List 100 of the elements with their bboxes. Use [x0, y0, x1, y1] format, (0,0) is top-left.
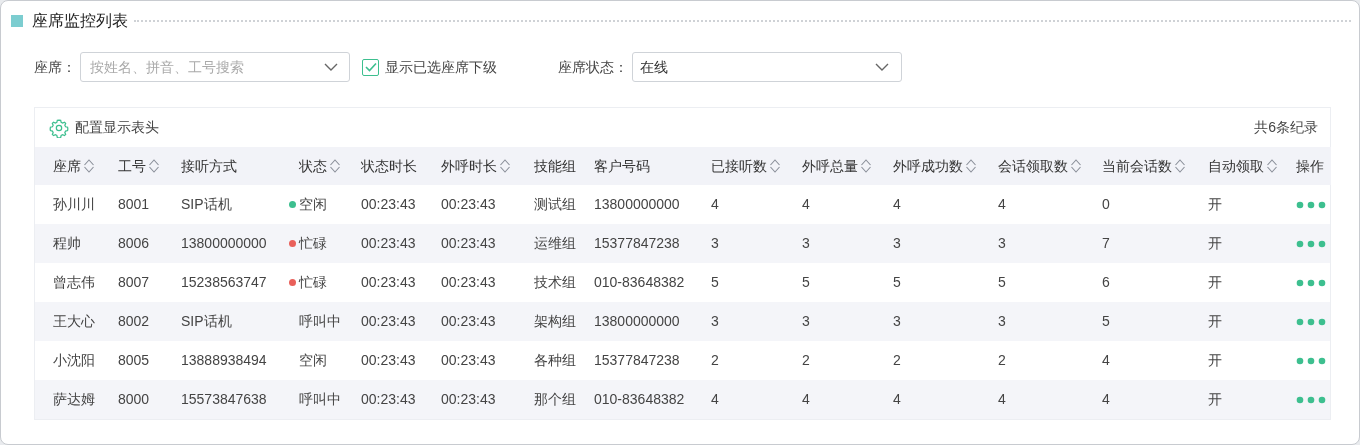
table-cell-text: 呼叫中: [299, 390, 341, 409]
table-cell: 开: [1208, 391, 1222, 407]
table-cell: 小沈阳: [53, 352, 95, 368]
table-cell: 开: [1208, 235, 1222, 251]
checkbox-label[interactable]: 显示已选座席下级: [385, 56, 497, 78]
table-cell: 王大心: [53, 313, 95, 329]
agent-select[interactable]: 按姓名、拼音、工号搜索: [80, 52, 350, 82]
table-cell: 00:23:43: [441, 235, 496, 251]
table-cell: 4: [802, 391, 810, 407]
sort-icon[interactable]: [769, 158, 781, 174]
table-cell: 各种组: [534, 352, 576, 368]
table-cell: 00:23:43: [361, 235, 416, 251]
sort-icon[interactable]: [329, 158, 341, 174]
table-cell: 3: [711, 313, 719, 329]
table-cell: 5: [998, 274, 1006, 290]
table-cell: 8005: [118, 352, 150, 368]
table-cell: 13800000000: [181, 235, 267, 251]
checkbox[interactable]: [362, 58, 379, 76]
sort-icon[interactable]: [860, 158, 872, 174]
more-icon[interactable]: [1296, 278, 1326, 287]
table-cell: 2: [802, 352, 810, 368]
table-cell: 5: [711, 274, 719, 290]
more-icon[interactable]: [1296, 239, 1326, 248]
title-marker: [11, 15, 23, 27]
column-header: 外呼时长: [441, 156, 497, 176]
more-icon[interactable]: [1296, 200, 1326, 209]
table-cell: 3: [802, 235, 810, 251]
table-cell: 4: [711, 196, 719, 212]
table-cell: 8006: [118, 235, 150, 251]
column-header: 当前会话数: [1102, 156, 1172, 176]
table-cell-text: 呼叫中: [299, 312, 341, 331]
table-cell: 2: [998, 352, 1006, 368]
table-cell: 开: [1208, 274, 1222, 290]
table-cell: 010-83648382: [594, 391, 685, 407]
sort-icon[interactable]: [1070, 158, 1082, 174]
table-cell: 3: [802, 313, 810, 329]
table-cell: 13888938494: [181, 352, 267, 368]
table-cell: 010-83648382: [594, 274, 685, 290]
column-header: 状态: [299, 156, 327, 176]
sort-icon[interactable]: [148, 158, 160, 174]
table-cell: 6: [1102, 274, 1110, 290]
more-icon[interactable]: [1296, 317, 1326, 326]
table-cell: 4: [998, 391, 1006, 407]
column-header: 状态时长: [361, 156, 417, 176]
table-cell: 13800000000: [594, 196, 680, 212]
sort-icon[interactable]: [499, 158, 511, 174]
table-cell: 2: [893, 352, 901, 368]
table-cell: 测试组: [534, 196, 576, 212]
column-header: 工号: [118, 156, 146, 176]
table-cell: 8007: [118, 274, 150, 290]
column-header: 座席: [53, 156, 81, 176]
table-cell: 开: [1208, 196, 1222, 212]
column-header: 操作: [1296, 156, 1324, 176]
table-cell: 4: [893, 391, 901, 407]
sort-icon[interactable]: [1266, 158, 1278, 174]
table-cell: 孙川川: [53, 196, 95, 212]
table-cell: 15377847238: [594, 235, 680, 251]
sort-icon[interactable]: [83, 158, 95, 174]
sort-icon[interactable]: [965, 158, 977, 174]
table-cell: 4: [802, 196, 810, 212]
column-header: 客户号码: [594, 156, 650, 176]
table-cell: 开: [1208, 352, 1222, 368]
gear-icon: [49, 117, 69, 138]
column-header: 外呼总量: [802, 156, 858, 176]
table-cell: 3: [711, 235, 719, 251]
table-cell: 曾志伟: [53, 274, 95, 290]
check-icon: [364, 62, 377, 72]
table-cell: 15377847238: [594, 352, 680, 368]
table-cell: 15238563747: [181, 274, 267, 290]
table-cell: 架构组: [534, 313, 576, 329]
table-cell: 运维组: [534, 235, 576, 251]
table-cell: 00:23:43: [361, 313, 416, 329]
column-header: 技能组: [534, 156, 576, 176]
table-cell: 00:23:43: [441, 313, 496, 329]
table-cell: 5: [893, 274, 901, 290]
table-cell-text: 空闲: [299, 195, 327, 214]
more-icon[interactable]: [1296, 356, 1326, 365]
table-cell: 萨达姆: [53, 391, 95, 407]
table-cell: 7: [1102, 235, 1110, 251]
table-cell: 5: [1102, 313, 1110, 329]
table-cell: 2: [711, 352, 719, 368]
table-cell: 3: [893, 313, 901, 329]
column-header: 接听方式: [181, 156, 237, 176]
more-icon[interactable]: [1296, 395, 1326, 404]
record-count: 共6条纪录: [1254, 118, 1318, 137]
table-cell: 00:23:43: [361, 352, 416, 368]
config-columns-button[interactable]: 配置显示表头: [49, 117, 159, 138]
table-cell: 00:23:43: [361, 274, 416, 290]
table-cell: 5: [802, 274, 810, 290]
table-cell: 15573847638: [181, 391, 267, 407]
sort-icon[interactable]: [1174, 158, 1186, 174]
chevron-down-icon: [324, 63, 338, 71]
chevron-down-icon: [875, 63, 889, 71]
table-cell: 开: [1208, 313, 1222, 329]
section-title: 座席监控列表: [32, 11, 128, 31]
table-cell: 13800000000: [594, 313, 680, 329]
column-header: 外呼成功数: [893, 156, 963, 176]
status-select[interactable]: 在线: [632, 52, 902, 82]
table-cell: 8000: [118, 391, 150, 407]
table-cell: SIP话机: [181, 313, 232, 329]
